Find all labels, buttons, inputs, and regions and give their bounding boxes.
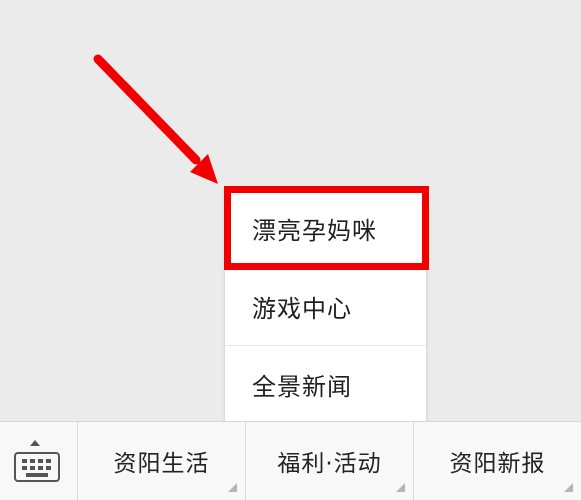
- menu-item-label: 全景新闻: [252, 373, 352, 401]
- menu-item-panorama-news[interactable]: 全景新闻: [225, 345, 426, 423]
- submenu-indicator-icon: [564, 483, 573, 492]
- submenu-indicator-icon: [228, 483, 237, 492]
- submenu-indicator-icon: [396, 483, 405, 492]
- tab-label: 资阳生活: [113, 451, 210, 477]
- menu-item-label: 游戏中心: [252, 295, 352, 323]
- menu-item-label: 漂亮孕妈咪: [252, 216, 377, 245]
- keyboard-icon: [14, 452, 60, 482]
- submenu-popup: 漂亮孕妈咪 游戏中心 全景新闻: [224, 188, 427, 422]
- tab-ziyang-life[interactable]: 资阳生活: [78, 422, 246, 500]
- menu-item-pregnant-mom[interactable]: 漂亮孕妈咪: [225, 189, 426, 267]
- caret-up-icon: [30, 440, 40, 446]
- menu-item-game-center[interactable]: 游戏中心: [225, 267, 426, 345]
- tab-label: 福利·活动: [277, 451, 382, 477]
- tab-label: 资阳新报: [449, 451, 546, 477]
- tab-ziyang-news[interactable]: 资阳新报: [414, 422, 581, 500]
- tab-welfare-activity[interactable]: 福利·活动: [246, 422, 414, 500]
- bottom-menu-bar: 资阳生活 福利·活动 资阳新报: [0, 421, 581, 500]
- keyboard-toggle-button[interactable]: [0, 422, 78, 500]
